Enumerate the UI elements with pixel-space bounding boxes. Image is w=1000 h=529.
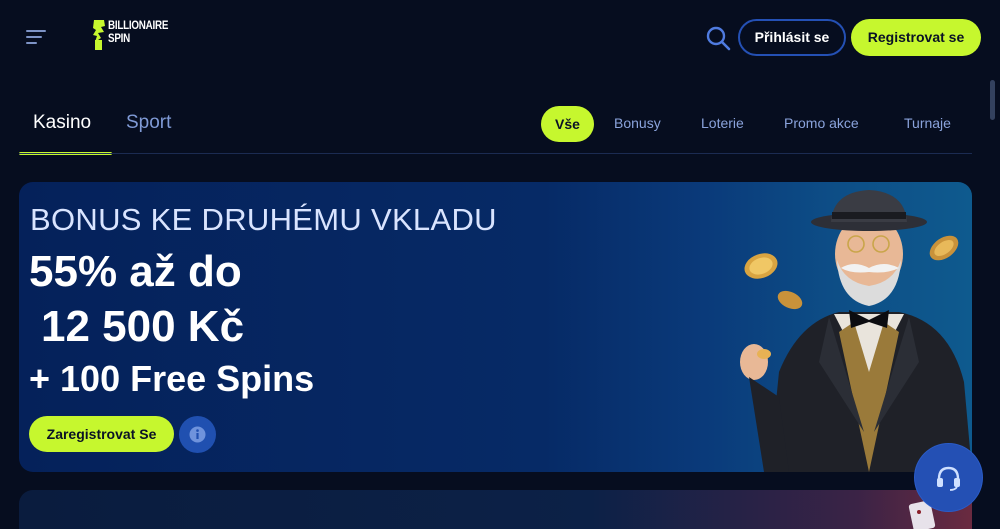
promo-banner[interactable]: BONUS KE DRUHÉMU VKLADU 55% až do 12 500… (19, 182, 972, 472)
signup-button[interactable]: Zaregistrovat Se (29, 416, 174, 452)
menu-icon[interactable] (26, 28, 48, 46)
search-icon[interactable] (705, 25, 731, 51)
info-icon (189, 426, 206, 443)
top-header: BILLIONAIRE SPIN Přihlásit se Registrova… (0, 0, 1000, 78)
info-button[interactable] (179, 416, 216, 453)
tab-sport[interactable]: Sport (126, 112, 171, 134)
tabs-divider (19, 153, 972, 154)
filter-tournaments[interactable]: Turnaje (904, 115, 951, 131)
banner-offer-percent: 55% až do (29, 247, 242, 296)
filter-bonuses[interactable]: Bonusy (614, 115, 661, 131)
category-tabs: Kasino Sport Vše Bonusy Loterie Promo ak… (19, 100, 972, 155)
banner-offer-spins: + 100 Free Spins (29, 358, 315, 399)
banner-headline: BONUS KE DRUHÉMU VKLADU (30, 202, 497, 237)
headset-icon (937, 466, 960, 491)
support-chat-button[interactable] (915, 444, 982, 511)
filter-all[interactable]: Vše (541, 106, 594, 142)
login-button[interactable]: Přihlásit se (738, 19, 846, 56)
filter-lotteries[interactable]: Loterie (701, 115, 744, 131)
filter-promotions[interactable]: Promo akce (784, 115, 859, 131)
logo-mark-icon (93, 20, 105, 50)
register-button[interactable]: Registrovat se (851, 19, 981, 56)
secondary-banner[interactable] (19, 490, 972, 529)
gentleman-illustration (740, 190, 972, 472)
tab-kasino[interactable]: Kasino (33, 112, 91, 134)
logo-text: BILLIONAIRE SPIN (108, 18, 169, 45)
banner-offer-amount: 12 500 Kč (41, 302, 245, 351)
scrollbar[interactable] (990, 80, 995, 120)
logo[interactable]: BILLIONAIRE SPIN (92, 18, 174, 52)
